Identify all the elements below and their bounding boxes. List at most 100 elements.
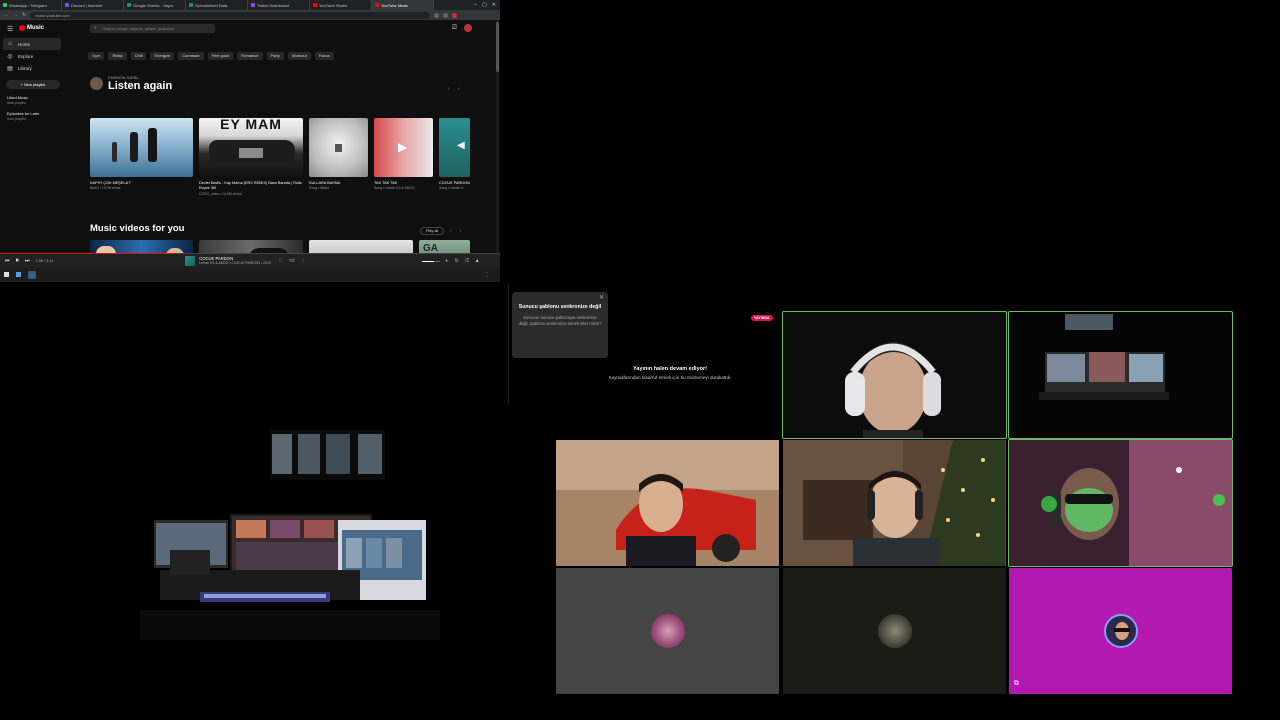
popout-icon[interactable]: ⧉ xyxy=(1014,680,1019,688)
stream-paused-message: Yayının halen devam ediyor! Kaynaklarınd… xyxy=(560,366,780,380)
next-icon[interactable]: ⏭ xyxy=(25,258,30,264)
participant-tile[interactable] xyxy=(782,311,1007,439)
expand-icon[interactable]: ▲ xyxy=(475,258,480,264)
mood-chip[interactable]: Relax xyxy=(108,52,127,60)
minimize-icon[interactable]: – xyxy=(474,2,477,8)
sidebar-item-library[interactable]: ▤ Library xyxy=(0,62,64,74)
browser-tab[interactable]: Whatsapp / Telegram xyxy=(0,0,62,10)
chevron-right-icon[interactable]: › xyxy=(458,86,460,92)
volume-slider[interactable] xyxy=(421,260,440,262)
previous-icon[interactable]: ⏮ xyxy=(5,258,10,264)
card[interactable]: KULLARA BAKMA Song • Blok3 xyxy=(309,118,368,190)
now-playing-thumbnail xyxy=(185,256,196,266)
mood-chip[interactable]: Workout xyxy=(287,52,311,60)
library-icon: ▤ xyxy=(7,65,13,72)
new-playlist-button[interactable]: + New playlist xyxy=(6,80,60,89)
browser-tab[interactable]: YouTube Music xyxy=(372,0,434,10)
play-all-button[interactable]: Play all xyxy=(420,227,445,235)
participant-tile[interactable] xyxy=(1008,311,1233,439)
cast-icon[interactable]: ⎚ xyxy=(452,25,457,32)
taskbar-app-icon[interactable] xyxy=(28,271,36,279)
card-title: KAPIYI ÇOK MEŞELA T xyxy=(90,181,132,185)
url-field[interactable]: music.youtube.com xyxy=(30,11,431,19)
playlist-item[interactable]: Episodes for Later Auto playlist xyxy=(0,111,64,121)
card-subtitle: Song • Lefote D xyxy=(439,186,464,190)
mood-chip[interactable]: Gym xyxy=(88,52,105,60)
taskbar-app-icon[interactable] xyxy=(16,272,21,277)
mood-chip[interactable]: Feel good xyxy=(207,52,234,60)
card[interactable]: KAPIYI ÇOK MEŞELA T Blok3 • 137M views xyxy=(90,118,193,190)
extension-icon[interactable] xyxy=(443,12,449,18)
tab-favicon-icon xyxy=(127,3,131,7)
back-icon[interactable]: ← xyxy=(4,12,9,18)
stream-body: Kaynaklarından tasarruf etmek için bu ön… xyxy=(608,375,732,380)
participant-avatar xyxy=(1103,614,1138,648)
mood-chip[interactable]: Commute xyxy=(178,52,204,60)
start-icon[interactable] xyxy=(4,272,9,277)
reload-icon[interactable]: ↻ xyxy=(22,12,26,18)
close-icon[interactable]: ✕ xyxy=(599,294,604,301)
card-title: Devlet Bavlis - Kap Mama (ERS REMIX) Ban… xyxy=(199,181,302,190)
playlist-title: Episodes for Later xyxy=(7,111,40,116)
scrollbar[interactable] xyxy=(496,20,499,254)
mood-chip[interactable]: Energize xyxy=(150,52,175,60)
participant-tile[interactable] xyxy=(556,440,779,566)
tab-label: Twitch Dashboard xyxy=(257,2,290,8)
pause-icon[interactable]: ⏸ xyxy=(16,257,20,265)
browser-tab[interactable]: Discord | #sohbet xyxy=(62,0,124,10)
tab-favicon-icon xyxy=(375,3,379,7)
participant-tile[interactable] xyxy=(1008,439,1233,567)
sidebar-item-home[interactable]: ⌂ Home xyxy=(3,38,61,50)
extension-icon[interactable] xyxy=(434,12,440,18)
chevron-left-icon[interactable]: ‹ xyxy=(448,86,450,92)
shuffle-icon[interactable]: ⤮ xyxy=(465,258,469,264)
browser-tab[interactable]: Google Sheets - Yayın xyxy=(124,0,186,10)
mood-chip[interactable]: Party xyxy=(266,52,284,60)
sidebar-item-explore[interactable]: ◎ Explore xyxy=(0,50,64,62)
tab-favicon-icon xyxy=(251,3,255,7)
forward-icon[interactable]: → xyxy=(13,12,18,18)
dislike-icon[interactable]: ♡ xyxy=(279,258,283,264)
card[interactable]: ▶ TAK TAK TAK Song • Lefote D3 & AKDO xyxy=(374,118,433,190)
playlist-item[interactable]: Liked Music Auto playlist xyxy=(0,95,64,105)
live-badge: YAYINDA xyxy=(751,315,773,321)
browser-tab[interactable]: Spreadsheet Data xyxy=(186,0,248,10)
scrollbar-thumb[interactable] xyxy=(496,22,499,72)
more-icon[interactable]: ⋮ xyxy=(301,258,306,264)
track-subtitle: Lefote D3 & AKDO • COCUK PARDON • 2023 xyxy=(199,261,271,265)
repeat-icon[interactable]: ↻ xyxy=(455,258,459,264)
close-window-icon[interactable]: ✕ xyxy=(492,2,496,8)
chevron-left-icon[interactable]: ‹ xyxy=(450,228,452,234)
playlist-subtitle: Auto playlist xyxy=(7,101,26,105)
like-icon[interactable]: 👍︎ xyxy=(289,258,294,264)
browser-tab[interactable]: Twitch Dashboard xyxy=(248,0,310,10)
sidebar-item-label: Library xyxy=(18,65,32,71)
stream-title: Yayının halen devam ediyor! xyxy=(633,366,707,372)
participant-tile[interactable] xyxy=(556,568,779,694)
ytm-header: ☰ Music ⌕ Search songs, albums, artists, … xyxy=(0,20,500,38)
mood-chip[interactable]: Focus xyxy=(314,52,334,60)
participant-tile[interactable] xyxy=(1009,568,1232,694)
profile-icon[interactable] xyxy=(452,12,458,18)
carousel-arrows: ‹ › xyxy=(448,86,459,92)
avatar[interactable] xyxy=(464,24,472,32)
volume-icon[interactable]: 🔈︎ xyxy=(446,258,449,264)
sidebar-item-label: Explore xyxy=(18,53,34,59)
chevron-right-icon[interactable]: › xyxy=(460,228,462,234)
mood-chip[interactable]: Romance xyxy=(237,52,263,60)
card[interactable]: ◀ COCUK PARDON Song • Lefote D xyxy=(439,118,470,190)
ytm-logo[interactable]: Music xyxy=(19,25,44,31)
card-thumbnail: ◀ xyxy=(439,118,470,177)
search-input[interactable]: ⌕ Search songs, albums, artists, podcasts xyxy=(90,24,215,33)
card[interactable]: EY MAM Devlet Bavlis - Kap Mama (ERS REM… xyxy=(199,118,303,196)
room-scene xyxy=(140,430,440,640)
card-thumbnail xyxy=(90,118,193,177)
menu-icon[interactable]: ☰ xyxy=(7,25,13,33)
participant-tile[interactable] xyxy=(783,568,1006,694)
mood-chip[interactable]: Chill xyxy=(130,52,147,60)
sidebar-item-label: Home xyxy=(18,41,31,47)
browser-tab[interactable]: YouTube Studio xyxy=(310,0,372,10)
maximize-icon[interactable]: ▢ xyxy=(482,2,487,8)
participant-tile[interactable] xyxy=(783,440,1006,566)
search-icon: ⌕ xyxy=(94,25,97,31)
